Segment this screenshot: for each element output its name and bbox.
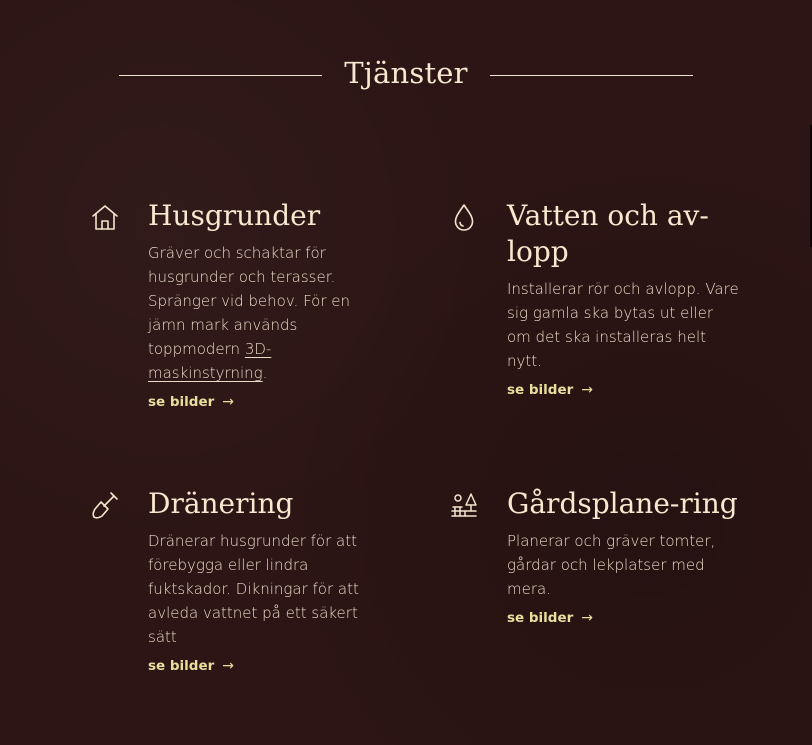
see-images-label: se bilder — [148, 394, 215, 410]
service-description: Gräver och schaktar för husgrunder och t… — [148, 241, 380, 385]
see-images-label: se bilder — [507, 382, 574, 398]
arrow-right-icon: → — [222, 658, 235, 674]
title-divider-right — [490, 75, 693, 76]
see-images-label: se bilder — [507, 610, 574, 626]
service-description: Dränerar husgrunder för att förebygga el… — [148, 532, 359, 646]
service-card-dranering: Dränering Dränerar husgrunder för att fö… — [92, 486, 388, 674]
service-title: Gårdsplane-ring — [507, 487, 738, 520]
arrow-right-icon: → — [222, 394, 235, 410]
service-title: Husgrunder — [148, 199, 321, 232]
service-title: Dränering — [148, 487, 294, 520]
see-images-link[interactable]: se bilder → — [507, 610, 593, 626]
service-description-end: . — [262, 364, 268, 382]
yard-landscape-icon — [448, 489, 480, 521]
service-description: Planerar och gräver tomter, gårdar och l… — [507, 532, 716, 598]
house-icon — [89, 201, 121, 233]
arrow-right-icon: → — [581, 610, 594, 626]
see-images-link[interactable]: se bilder → — [148, 394, 234, 410]
see-images-link[interactable]: se bilder → — [148, 658, 234, 674]
services-section-header: Tjänster — [0, 52, 812, 100]
water-drop-icon — [448, 201, 480, 233]
see-images-label: se bilder — [148, 658, 215, 674]
service-description: Installerar rör och avlopp. Vare sig gam… — [507, 280, 739, 370]
arrow-right-icon: → — [581, 382, 594, 398]
service-card-husgrunder: Husgrunder Gräver och schaktar för husgr… — [92, 198, 380, 410]
service-card-vatten-och-avlopp: Vatten och av-lopp Installerar rör och a… — [454, 198, 739, 398]
section-title: Tjänster — [344, 56, 468, 90]
title-divider-left — [119, 75, 322, 76]
service-title: Vatten och av-lopp — [507, 199, 709, 268]
service-card-gardsplanering: Gårdsplane-ring Planerar och gräver tomt… — [451, 486, 739, 626]
shovel-icon — [89, 489, 121, 521]
see-images-link[interactable]: se bilder → — [507, 382, 593, 398]
